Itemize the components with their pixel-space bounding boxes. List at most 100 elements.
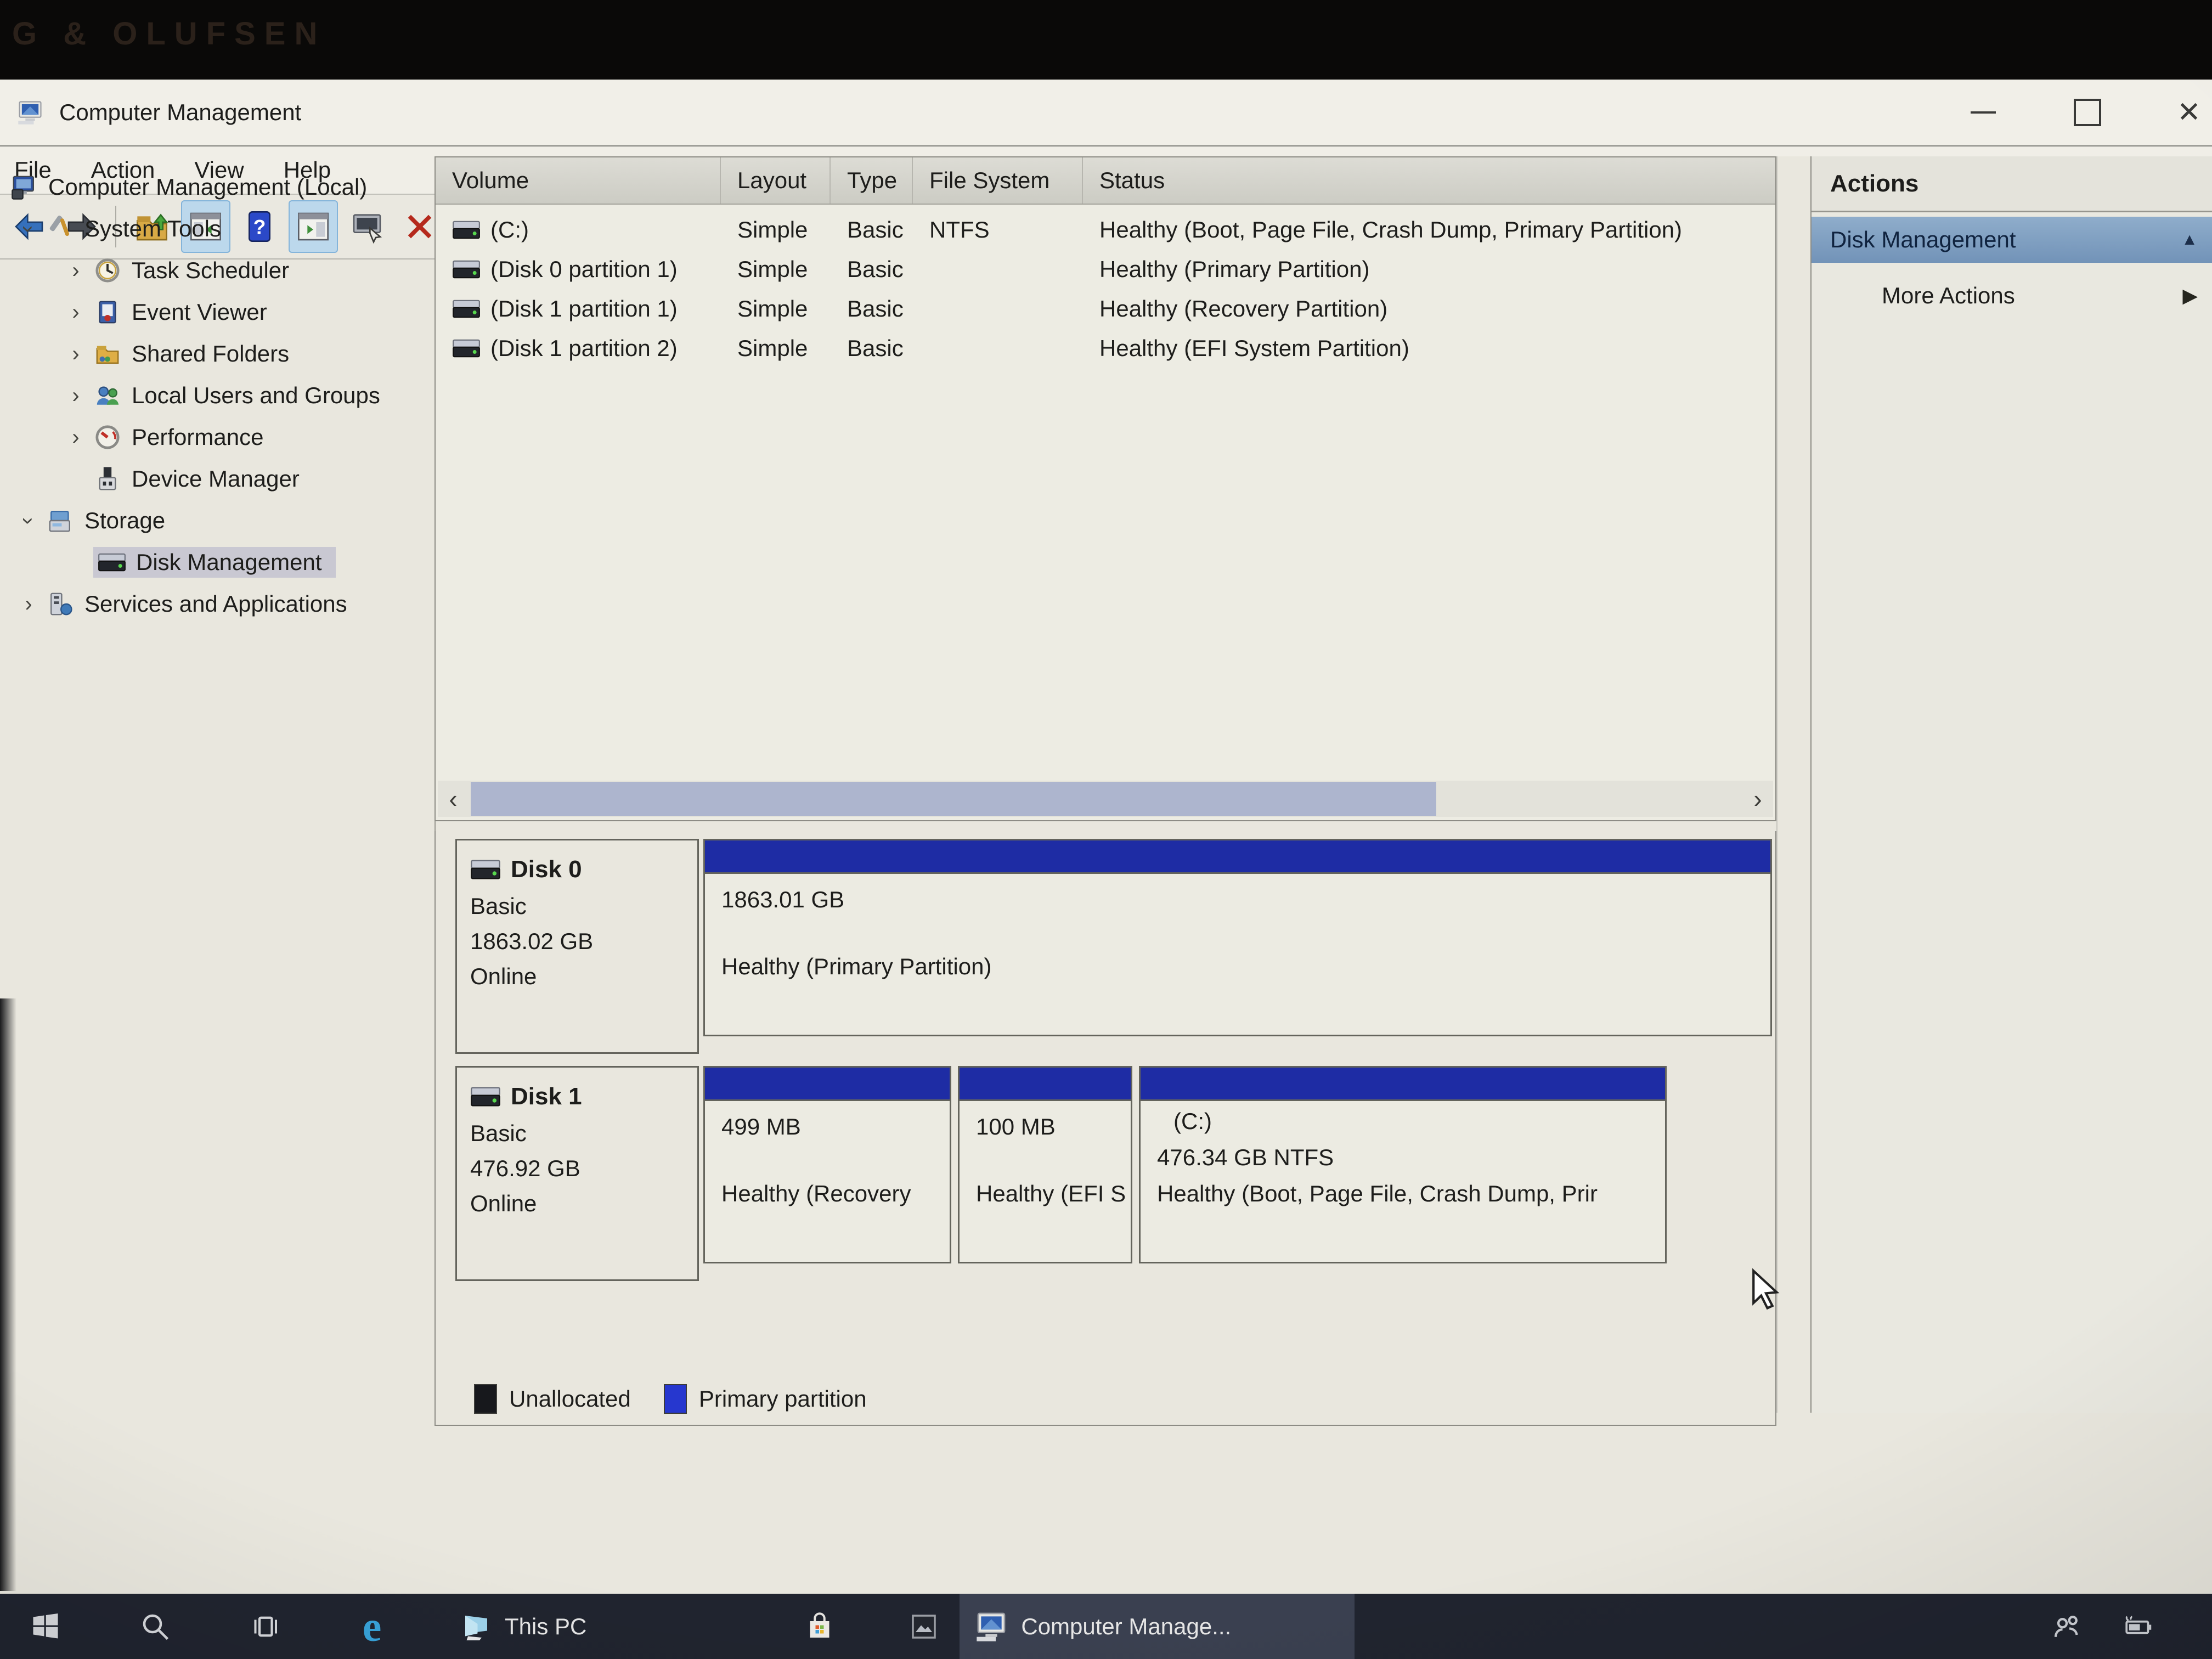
drive-icon: [452, 338, 481, 358]
this-pc-button[interactable]: This PC: [449, 1594, 597, 1659]
tree-item-system-tools[interactable]: System Tools: [5, 208, 439, 250]
unallocated-swatch: [474, 1384, 497, 1414]
drive-icon: [452, 220, 481, 240]
disk-size: 1863.02 GB: [470, 924, 697, 959]
computer-management-app-icon: [14, 98, 46, 127]
actions-item-label: Disk Management: [1830, 227, 2016, 253]
volume-rows: (C:) Simple Basic NTFS Healthy (Boot, Pa…: [436, 210, 1775, 368]
scroll-left-icon[interactable]: ‹: [438, 784, 469, 814]
tree-item-storage[interactable]: Storage: [5, 500, 439, 541]
actions-header: Actions: [1812, 156, 2212, 212]
volume-row-disk0-p1[interactable]: (Disk 0 partition 1) Simple Basic Health…: [436, 250, 1775, 289]
actions-item-more-actions[interactable]: More Actions ▶: [1812, 273, 2212, 319]
disk1-row: Disk 1 Basic 476.92 GB Online 499 MB Hea…: [436, 1066, 1778, 1281]
battery-charging-icon: [2121, 1610, 2154, 1643]
disk1-partition-c[interactable]: (C:) 476.34 GB NTFS Healthy (Boot, Page …: [1139, 1066, 1667, 1263]
horizontal-scrollbar[interactable]: ‹ ›: [438, 781, 1773, 817]
tree-item-event-viewer[interactable]: Event Viewer: [5, 291, 486, 333]
disk1-partition-recovery[interactable]: 499 MB Healthy (Recovery: [703, 1066, 951, 1263]
chevron-right-icon[interactable]: [58, 342, 93, 366]
disk0-info-box[interactable]: Disk 0 Basic 1863.02 GB Online: [455, 839, 699, 1054]
taskbar-computer-management-button[interactable]: Computer Manage...: [960, 1594, 1355, 1659]
volume-layout: Simple: [721, 296, 831, 322]
volume-status: Healthy (EFI System Partition): [1083, 335, 1775, 362]
volume-row-c[interactable]: (C:) Simple Basic NTFS Healthy (Boot, Pa…: [436, 210, 1775, 250]
chevron-right-icon[interactable]: [58, 425, 93, 450]
minimize-button[interactable]: [1950, 89, 2016, 136]
chevron-right-icon[interactable]: [11, 592, 46, 617]
battery-button[interactable]: [2097, 1594, 2179, 1659]
edge-button[interactable]: e: [345, 1594, 399, 1659]
drive-icon: [452, 299, 481, 319]
laptop-bezel: G & OLUFSEN: [0, 0, 2212, 80]
tree-item-disk-management[interactable]: Disk Management: [5, 541, 486, 583]
pane-splitter[interactable]: [1776, 156, 1812, 1413]
tree-item-label: Task Scheduler: [132, 257, 289, 284]
services-icon: [46, 591, 75, 617]
actions-item-disk-management[interactable]: Disk Management ▲: [1812, 217, 2212, 263]
volume-row-disk1-p1[interactable]: (Disk 1 partition 1) Simple Basic Health…: [436, 289, 1775, 329]
scroll-right-icon[interactable]: ›: [1742, 784, 1773, 814]
bezel-brand-text: G & OLUFSEN: [12, 15, 326, 52]
tree-item-computer-management-local[interactable]: Computer Management (Local): [5, 166, 438, 208]
search-button[interactable]: [131, 1594, 180, 1659]
chevron-down-icon[interactable]: [11, 509, 46, 533]
store-button[interactable]: [795, 1594, 844, 1659]
task-view-button[interactable]: [240, 1594, 290, 1659]
chevron-right-icon[interactable]: [58, 258, 93, 283]
maximize-icon: [2074, 99, 2101, 126]
minimize-icon: [1971, 111, 1996, 114]
active-task-label: Computer Manage...: [1021, 1613, 1231, 1640]
actions-pane: Actions Disk Management ▲ More Actions ▶: [1810, 156, 2212, 1413]
column-header-status[interactable]: Status: [1083, 157, 1775, 204]
column-header-volume[interactable]: Volume: [436, 157, 721, 204]
chevron-down-icon[interactable]: [11, 217, 46, 241]
start-button[interactable]: [21, 1594, 70, 1659]
volume-fs: NTFS: [913, 217, 1083, 243]
collapse-arrow-icon[interactable]: ▲: [2181, 230, 2198, 249]
submenu-arrow-icon[interactable]: ▶: [2182, 284, 2198, 307]
disk-kind: Basic: [470, 889, 697, 924]
volume-layout: Simple: [721, 217, 831, 243]
start-icon: [29, 1610, 62, 1643]
tree-item-local-users-and-groups[interactable]: Local Users and Groups: [5, 375, 486, 416]
partition-label: (C:): [1157, 1103, 1665, 1139]
people-button[interactable]: [2036, 1594, 2097, 1659]
partition-status: Healthy (Recovery: [721, 1176, 950, 1212]
local-users-icon: [93, 382, 122, 409]
this-pc-icon: [460, 1610, 493, 1643]
mouse-cursor: [1745, 1267, 1787, 1310]
tree-item-shared-folders[interactable]: Shared Folders: [5, 333, 486, 375]
tree-item-services-and-applications[interactable]: Services and Applications: [5, 583, 439, 625]
chevron-right-icon[interactable]: [58, 300, 93, 325]
close-button[interactable]: [2156, 89, 2212, 136]
computer-management-icon: [974, 1609, 1009, 1644]
scrollbar-thumb[interactable]: [471, 782, 1436, 816]
photos-button[interactable]: [899, 1594, 949, 1659]
tree-item-device-manager[interactable]: Device Manager: [5, 458, 486, 500]
disk1-partition-efi[interactable]: 100 MB Healthy (EFI S: [958, 1066, 1132, 1263]
column-header-type[interactable]: Type: [831, 157, 913, 204]
volume-row-disk1-p2[interactable]: (Disk 1 partition 2) Simple Basic Health…: [436, 329, 1775, 368]
disk0-partition-1[interactable]: 1863.01 GB Healthy (Primary Partition): [703, 839, 1772, 1036]
volume-layout: Simple: [721, 335, 831, 362]
disk1-partitions: 499 MB Healthy (Recovery 100 MB Healthy …: [703, 1066, 1669, 1281]
tree-item-label: Services and Applications: [84, 591, 347, 617]
tree-item-label: Disk Management: [136, 549, 321, 575]
column-header-layout[interactable]: Layout: [721, 157, 831, 204]
chevron-right-icon[interactable]: [58, 383, 93, 408]
title-bar[interactable]: Computer Management: [0, 80, 2212, 146]
tree-item-label: Event Viewer: [132, 299, 267, 325]
tree-item-task-scheduler[interactable]: Task Scheduler: [5, 250, 486, 291]
search-icon: [139, 1610, 172, 1643]
selected-tree-item[interactable]: Disk Management: [93, 547, 336, 578]
tree-item-label: Local Users and Groups: [132, 382, 380, 409]
disk1-info-box[interactable]: Disk 1 Basic 476.92 GB Online: [455, 1066, 699, 1281]
maximize-button[interactable]: [2055, 89, 2120, 136]
legend: Unallocated Primary partition: [474, 1384, 900, 1414]
tree-item-label: System Tools: [84, 216, 221, 242]
tree-item-performance[interactable]: Performance: [5, 416, 486, 458]
volume-name: (Disk 1 partition 1): [490, 296, 678, 322]
partition-size: 1863.01 GB: [721, 882, 1770, 918]
column-header-file-system[interactable]: File System: [913, 157, 1083, 204]
